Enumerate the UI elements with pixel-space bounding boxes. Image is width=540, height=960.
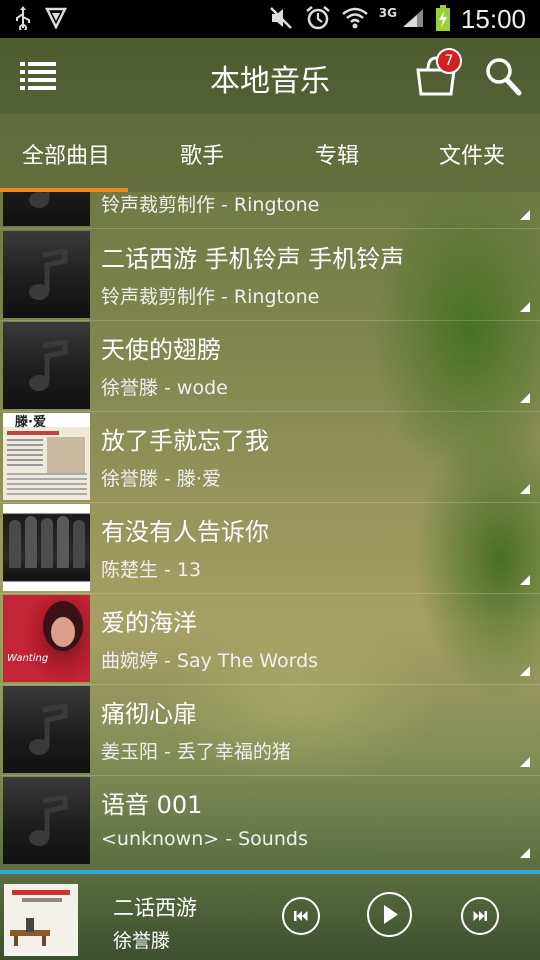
more-options-icon[interactable] <box>520 757 530 767</box>
album-art-placeholder <box>3 777 90 864</box>
search-button[interactable] <box>484 56 522 96</box>
more-options-icon[interactable] <box>520 302 530 312</box>
now-playing-title: 二话西游 <box>113 896 197 920</box>
tab-folders[interactable]: 文件夹 <box>439 138 505 170</box>
album-art-placeholder <box>3 192 90 226</box>
usb-icon <box>14 5 32 33</box>
shield-icon <box>44 6 68 33</box>
more-options-icon[interactable] <box>520 210 530 220</box>
now-playing-divider <box>0 870 540 874</box>
song-subtitle: 曲婉婷 - Say The Words <box>101 650 319 672</box>
skip-next-icon <box>473 911 487 921</box>
song-subtitle: <unknown> - Sounds <box>101 828 308 850</box>
album-art <box>3 504 90 591</box>
song-subtitle: 铃声裁剪制作 - Ringtone <box>101 286 320 308</box>
notification-badge: 7 <box>436 48 462 74</box>
song-title: 爱的海洋 <box>101 609 197 637</box>
next-button[interactable] <box>461 897 499 935</box>
album-art-placeholder <box>3 322 90 409</box>
song-list[interactable]: 铃声裁剪制作 - Ringtone 二话西游 手机铃声 手机铃声 铃声裁剪制作 … <box>0 192 540 864</box>
list-item[interactable]: 铃声裁剪制作 - Ringtone <box>0 192 540 229</box>
music-note-icon <box>29 249 68 300</box>
list-item[interactable]: 滕·爱 放了手就忘了我 徐誉滕 - 滕·爱 <box>0 411 540 503</box>
list-item[interactable]: 语音 001 <unknown> - Sounds <box>0 775 540 864</box>
more-options-icon[interactable] <box>520 848 530 858</box>
play-button[interactable] <box>367 892 412 937</box>
song-subtitle: 铃声裁剪制作 - Ringtone <box>101 194 320 216</box>
alarm-icon <box>305 5 331 34</box>
tab-artists[interactable]: 歌手 <box>180 138 224 170</box>
music-note-icon <box>29 192 50 208</box>
mute-icon <box>269 6 295 33</box>
more-options-icon[interactable] <box>520 666 530 676</box>
list-item[interactable]: 二话西游 手机铃声 手机铃声 铃声裁剪制作 - Ringtone <box>0 229 540 321</box>
music-note-icon <box>29 340 68 391</box>
music-note-icon <box>29 704 68 755</box>
list-item[interactable]: 天使的翅膀 徐誉滕 - wode <box>0 320 540 412</box>
song-title: 痛彻心扉 <box>101 700 197 728</box>
signal-icon <box>401 7 425 32</box>
more-options-icon[interactable] <box>520 484 530 494</box>
song-title: 放了手就忘了我 <box>101 427 269 455</box>
album-art: 滕·爱 <box>3 413 90 500</box>
previous-button[interactable] <box>282 897 320 935</box>
list-item[interactable]: 有没有人告诉你 陈楚生 - 13 <box>0 502 540 594</box>
song-title: 二话西游 手机铃声 手机铃声 <box>101 245 405 273</box>
song-title: 天使的翅膀 <box>101 336 221 364</box>
song-title: 有没有人告诉你 <box>101 518 269 546</box>
play-icon <box>384 905 398 924</box>
clock: 15:00 <box>460 3 526 34</box>
song-subtitle: 徐誉滕 - 滕·爱 <box>101 468 221 490</box>
list-item[interactable]: 痛彻心扉 姜玉阳 - 丢了幸福的猪 <box>0 684 540 776</box>
song-subtitle: 徐誉滕 - wode <box>101 377 228 399</box>
now-playing-artist: 徐誉滕 <box>113 930 171 952</box>
more-options-icon[interactable] <box>520 575 530 585</box>
tab-all-tracks[interactable]: 全部曲目 <box>22 138 110 170</box>
song-title: 语音 001 <box>101 791 203 819</box>
list-item[interactable]: Wanting 爱的海洋 曲婉婷 - Say The Words <box>0 593 540 685</box>
album-art: Wanting <box>3 595 90 682</box>
song-subtitle: 姜玉阳 - 丢了幸福的猪 <box>101 741 291 763</box>
app-bar: 本地音乐 7 <box>0 38 540 114</box>
tab-bar: 全部曲目 歌手 专辑 文件夹 <box>0 114 540 192</box>
tab-albums[interactable]: 专辑 <box>315 138 359 170</box>
skip-previous-icon <box>294 911 308 921</box>
album-art-placeholder <box>3 231 90 318</box>
wifi-icon <box>341 6 369 33</box>
battery-charging-icon <box>435 4 451 34</box>
album-art-text: 滕·爱 <box>15 415 46 430</box>
more-options-icon[interactable] <box>520 393 530 403</box>
album-art-placeholder <box>3 686 90 773</box>
now-playing-art[interactable] <box>4 884 78 956</box>
song-subtitle: 陈楚生 - 13 <box>101 559 202 581</box>
search-icon <box>486 58 522 96</box>
network-type: 3G <box>378 6 397 20</box>
now-playing-bar[interactable] <box>0 864 540 960</box>
status-bar: 3G 15:00 <box>0 0 540 38</box>
music-note-icon <box>29 795 68 846</box>
album-art-text: Wanting <box>7 653 49 664</box>
